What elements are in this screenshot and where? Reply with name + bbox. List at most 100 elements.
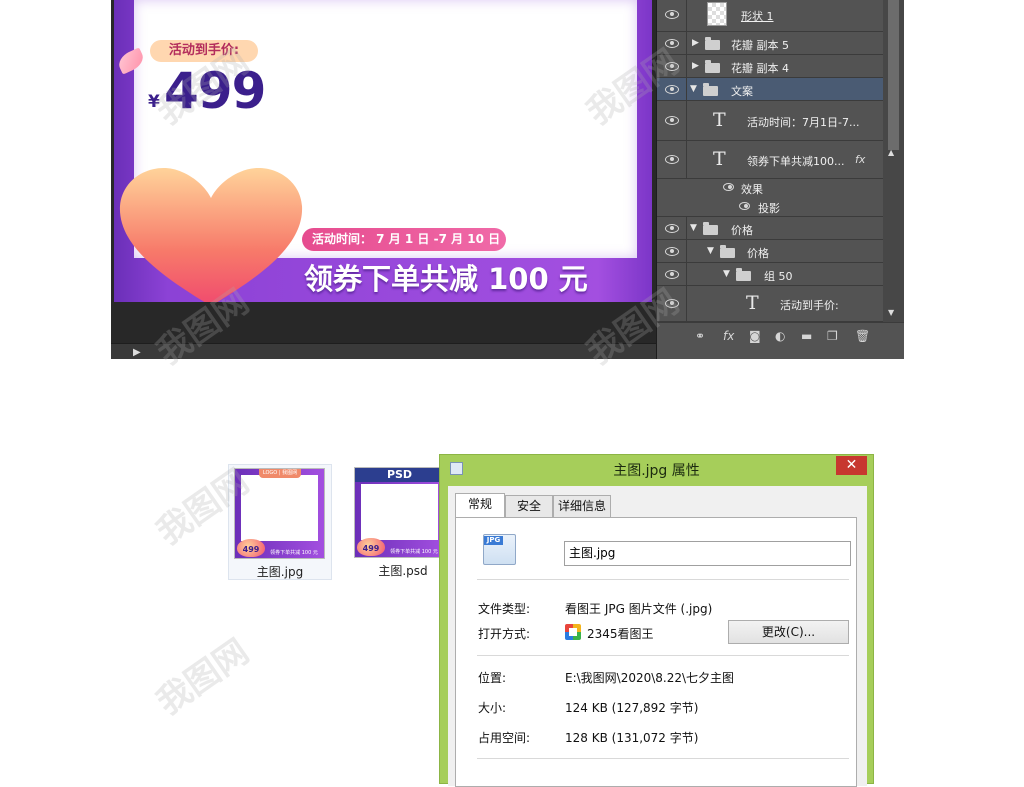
tab-details[interactable]: 详细信息	[553, 495, 611, 517]
effect-name: 投影	[758, 202, 780, 215]
size-value: 124 KB (127,892 字节)	[565, 701, 699, 715]
disk-size-label: 占用空间:	[478, 731, 531, 745]
divider	[477, 579, 849, 580]
open-folder-icon	[703, 83, 718, 96]
scroll-down-arrow-icon[interactable]: ▼	[888, 308, 894, 317]
tab-security[interactable]: 安全	[505, 495, 553, 517]
layer-name: 形状 1	[741, 10, 774, 23]
date-pill: 活动时间： 7 月 1 日 -7 月 10 日	[302, 228, 506, 251]
file-label: 主图.jpg	[256, 565, 304, 579]
size-label: 大小:	[478, 701, 507, 715]
text-layer-icon: T	[713, 148, 726, 170]
mask-icon[interactable]: ◙	[749, 329, 761, 343]
visibility-eye-icon[interactable]	[665, 155, 679, 164]
visibility-eye-icon[interactable]	[665, 10, 679, 19]
thumbnail-price: 499	[237, 539, 265, 557]
adjustment-icon[interactable]: ◐	[775, 329, 785, 343]
poster-artwork: 活动到手价: ¥ 499 活动时间： 7 月 1 日 -7 月 10 日 领券下…	[114, 0, 652, 302]
layer-row[interactable]: T 领券下单共减100... fx	[657, 141, 883, 179]
change-button[interactable]: 更改(C)...	[728, 620, 849, 644]
divider	[477, 655, 849, 656]
visibility-eye-icon[interactable]	[739, 202, 750, 210]
jpg-file-icon: JPG	[483, 534, 516, 565]
effect-row[interactable]: 效果	[657, 179, 883, 197]
visibility-eye-icon[interactable]	[665, 270, 679, 279]
scroll-up-arrow-icon[interactable]: ▲	[888, 148, 894, 157]
layer-row[interactable]: ▼ 价格	[657, 217, 883, 240]
collapse-triangle-icon[interactable]: ▼	[707, 246, 714, 256]
visibility-eye-icon[interactable]	[665, 62, 679, 71]
canvas-area[interactable]: 活动到手价: ¥ 499 活动时间： 7 月 1 日 -7 月 10 日 领券下…	[111, 0, 656, 343]
group-icon[interactable]: ▬	[801, 329, 812, 343]
layer-name: 文案	[731, 85, 753, 98]
coupon-text: 领券下单共减 100 元	[304, 262, 588, 296]
fx-icon[interactable]: fx	[855, 153, 865, 166]
open-folder-icon	[703, 222, 718, 235]
layer-name: 花瓣 副本 4	[731, 62, 789, 75]
visibility-eye-icon[interactable]	[665, 247, 679, 256]
layer-name: 活动时间：7月1日-7...	[747, 116, 860, 129]
layer-name: 价格	[731, 224, 753, 237]
layers-scrollbar[interactable]: ▲ ▼	[883, 0, 904, 322]
filename-input[interactable]: 主图.jpg	[564, 541, 851, 566]
open-folder-icon	[736, 268, 751, 281]
layer-row[interactable]: ▶ 花瓣 副本 5	[657, 32, 883, 55]
collapse-triangle-icon[interactable]: ▼	[723, 269, 730, 279]
text-layer-icon: T	[713, 109, 726, 131]
layer-name: 价格	[747, 247, 769, 260]
thumbnail-band-text: 领券下单共减 100 元	[270, 550, 318, 556]
layer-name: 领券下单共减100...	[747, 155, 845, 168]
effect-name: 效果	[741, 183, 763, 196]
photoshop-window: 活动到手价: ¥ 499 活动时间： 7 月 1 日 -7 月 10 日 领券下…	[111, 0, 904, 359]
shape-thumbnail-icon	[707, 2, 727, 26]
thumbnail-logo: LOGO | 我图网	[259, 469, 301, 478]
collapse-triangle-icon[interactable]: ▼	[690, 84, 697, 94]
tab-general[interactable]: 常规	[455, 493, 505, 518]
layer-row[interactable]: 形状 1	[657, 0, 883, 32]
visibility-eye-icon[interactable]	[723, 183, 734, 191]
file-type-value: 看图王 JPG 图片文件 (.jpg)	[565, 602, 713, 616]
new-layer-icon[interactable]: ❐	[827, 329, 838, 343]
visibility-eye-icon[interactable]	[665, 85, 679, 94]
disk-size-value: 128 KB (131,072 字节)	[565, 731, 699, 745]
layer-row[interactable]: ▼ 价格	[657, 240, 883, 263]
layers-panel: 形状 1 ▶ 花瓣 副本 5 ▶ 花瓣 副本 4 ▼ 文案 T 活动时间：7月1…	[656, 0, 904, 359]
horizontal-scrollbar[interactable]: ▶	[111, 343, 656, 359]
layer-row[interactable]: ▼ 组 50	[657, 263, 883, 286]
open-with-label: 打开方式:	[478, 627, 531, 641]
text-layer-icon: T	[746, 292, 759, 314]
collapse-triangle-icon[interactable]: ▼	[690, 223, 697, 233]
trash-icon[interactable]: 🗑	[855, 329, 870, 343]
close-button[interactable]: ✕	[836, 456, 867, 475]
visibility-eye-icon[interactable]	[665, 224, 679, 233]
layer-row[interactable]: T 活动到手价:	[657, 286, 883, 322]
thumbnail-price: 499	[357, 538, 385, 556]
thumbnail-image: LOGO | 我图网 499 领券下单共减 100 元	[234, 468, 325, 559]
link-icon[interactable]: ⚭	[695, 329, 705, 343]
expand-triangle-icon[interactable]: ▶	[692, 38, 699, 48]
general-panel: JPG 主图.jpg 文件类型: 看图王 JPG 图片文件 (.jpg) 打开方…	[455, 517, 857, 787]
thumbnail-band-text: 领券下单共减 100 元	[390, 549, 438, 555]
layer-name: 活动到手价:	[780, 299, 839, 312]
expand-triangle-icon[interactable]: ▶	[692, 61, 699, 71]
file-thumbnail-jpg[interactable]: LOGO | 我图网 499 领券下单共减 100 元 主图.jpg	[228, 464, 332, 580]
location-label: 位置:	[478, 671, 507, 685]
app-icon	[565, 624, 581, 640]
folder-icon	[705, 60, 720, 73]
layer-row[interactable]: ▼ 文案	[657, 78, 883, 101]
open-folder-icon	[720, 245, 735, 258]
thumbnail-image: PSD 499 领券下单共减 100 元	[354, 467, 445, 558]
play-arrow-icon[interactable]: ▶	[133, 347, 141, 358]
scrollbar-thumb[interactable]	[888, 0, 899, 150]
visibility-eye-icon[interactable]	[665, 116, 679, 125]
visibility-eye-icon[interactable]	[665, 39, 679, 48]
visibility-eye-icon[interactable]	[665, 299, 679, 308]
file-type-label: 文件类型:	[478, 602, 531, 616]
layer-row[interactable]: T 活动时间：7月1日-7...	[657, 101, 883, 141]
heart-label: 活动到手价:	[150, 40, 258, 62]
properties-dialog: 主图.jpg 属性 ✕ 常规 安全 详细信息 JPG 主图.jpg 文件类型: …	[439, 454, 874, 787]
fx-icon[interactable]: fx	[723, 329, 734, 343]
folder-icon	[705, 37, 720, 50]
effect-row[interactable]: 投影	[657, 197, 883, 217]
layer-row[interactable]: ▶ 花瓣 副本 4	[657, 55, 883, 78]
